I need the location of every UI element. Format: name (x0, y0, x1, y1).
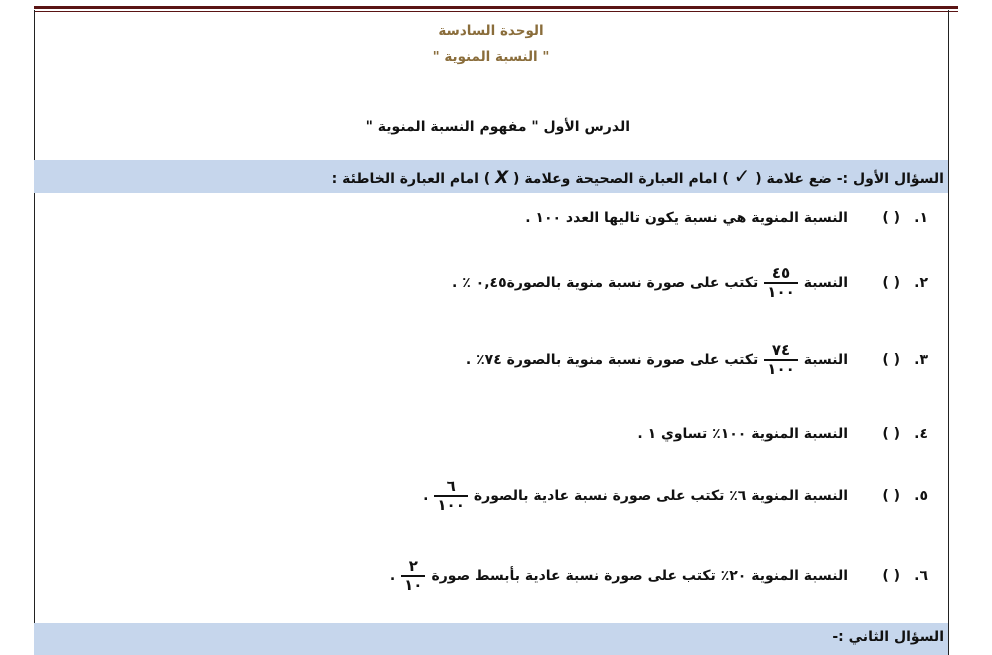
question1-heading-part2: ) امام العبارة الصحيحة وعلامة ( (513, 171, 729, 187)
fraction-denominator: ١٠٠ (437, 495, 465, 514)
fraction-numerator: ٧٤ (771, 341, 791, 359)
question-item-5: ٥. ( ) النسبة المنوية ٦٪ تكتب على صورة ن… (423, 478, 928, 514)
fraction-numerator: ٢ (408, 557, 418, 575)
answer-blank[interactable]: ( ) (856, 275, 900, 291)
question-item-6: ٦. ( ) النسبة المنوية ٢٠٪ تكتب على صورة … (390, 558, 928, 594)
item-text-post: تكتب على صورة نسبة منوية بالصورة ٧٤٪ . (465, 351, 759, 368)
answer-blank[interactable]: ( ) (856, 426, 900, 442)
fraction: ٦ ١٠٠ (434, 477, 468, 514)
top-border-rule-thin (34, 11, 958, 12)
item-text: النسبة المنوية ١٠٠٪ تساوي ١ . (637, 426, 848, 442)
fraction-denominator: ١٠ (404, 575, 423, 594)
question2-heading: السؤال الثاني :- (34, 623, 948, 655)
question1-heading-part1: السؤال الأول :- ضع علامة ( (755, 171, 944, 187)
question-item-1: ١. ( ) النسبة المنوية هي نسبة يكون تاليه… (525, 210, 928, 226)
fraction: ٤٥ ١٠٠ (764, 264, 798, 301)
item-text-pre: النسبة (803, 274, 848, 291)
document-page: الوحدة السادسة " النسبة المنوية " الدرس … (0, 0, 992, 655)
answer-blank[interactable]: ( ) (856, 210, 900, 226)
question2-heading-text: السؤال الثاني :- (832, 629, 944, 645)
question-item-2: ٢. ( ) النسبة ٤٥ ١٠٠ تكتب على صورة نسبة … (452, 265, 928, 301)
fraction-denominator: ١٠٠ (767, 282, 795, 301)
item-number: ١. (914, 210, 928, 226)
question-item-3: ٣. ( ) النسبة ٧٤ ١٠٠ تكتب على صورة نسبة … (466, 342, 928, 378)
item-text-pre: النسبة المنوية ٦٪ تكتب على صورة نسبة عاد… (473, 487, 848, 504)
unit-subtitle: " النسبة المنوية " (432, 49, 550, 65)
item-text-post: . (423, 487, 429, 504)
item-text-pre: النسبة المنوية ٢٠٪ تكتب على صورة نسبة عا… (431, 567, 848, 584)
item-number: ٥. (914, 487, 928, 504)
item-number: ٦. (914, 567, 928, 584)
item-number: ٢. (914, 274, 928, 291)
item-text-post: تكتب على صورة نسبة منوية بالصورة٠,٤٥ ٪ . (452, 274, 759, 291)
top-border-rule (34, 6, 958, 9)
question1-heading-part3: ) امام العبارة الخاطئة : (331, 171, 491, 187)
page-border-right (948, 10, 949, 655)
answer-blank[interactable]: ( ) (856, 488, 900, 504)
x-mark-icon: X (495, 168, 509, 188)
check-icon: ✓ (733, 164, 751, 188)
fraction-numerator: ٤٥ (771, 264, 791, 282)
fraction-denominator: ١٠٠ (767, 359, 795, 378)
item-text-pre: النسبة (803, 351, 848, 368)
fraction: ٧٤ ١٠٠ (764, 341, 798, 378)
item-text-post: . (389, 567, 396, 584)
item-text: النسبة المنوية هي نسبة يكون تاليها العدد… (525, 210, 848, 226)
question1-heading: السؤال الأول :- ضع علامة ( ✓ ) امام العب… (34, 160, 948, 193)
question-item-4: ٤. ( ) النسبة المنوية ١٠٠٪ تساوي ١ . (637, 426, 928, 442)
answer-blank[interactable]: ( ) (856, 568, 900, 584)
item-number: ٤. (914, 426, 928, 442)
fraction-numerator: ٦ (446, 477, 456, 495)
lesson-title: الدرس الأول " مفهوم النسبة المنوية " (365, 119, 630, 135)
page-border-left (34, 10, 35, 655)
unit-title: الوحدة السادسة (438, 23, 544, 39)
item-number: ٣. (914, 351, 928, 368)
fraction: ٢ ١٠ (401, 557, 426, 594)
answer-blank[interactable]: ( ) (856, 352, 900, 368)
